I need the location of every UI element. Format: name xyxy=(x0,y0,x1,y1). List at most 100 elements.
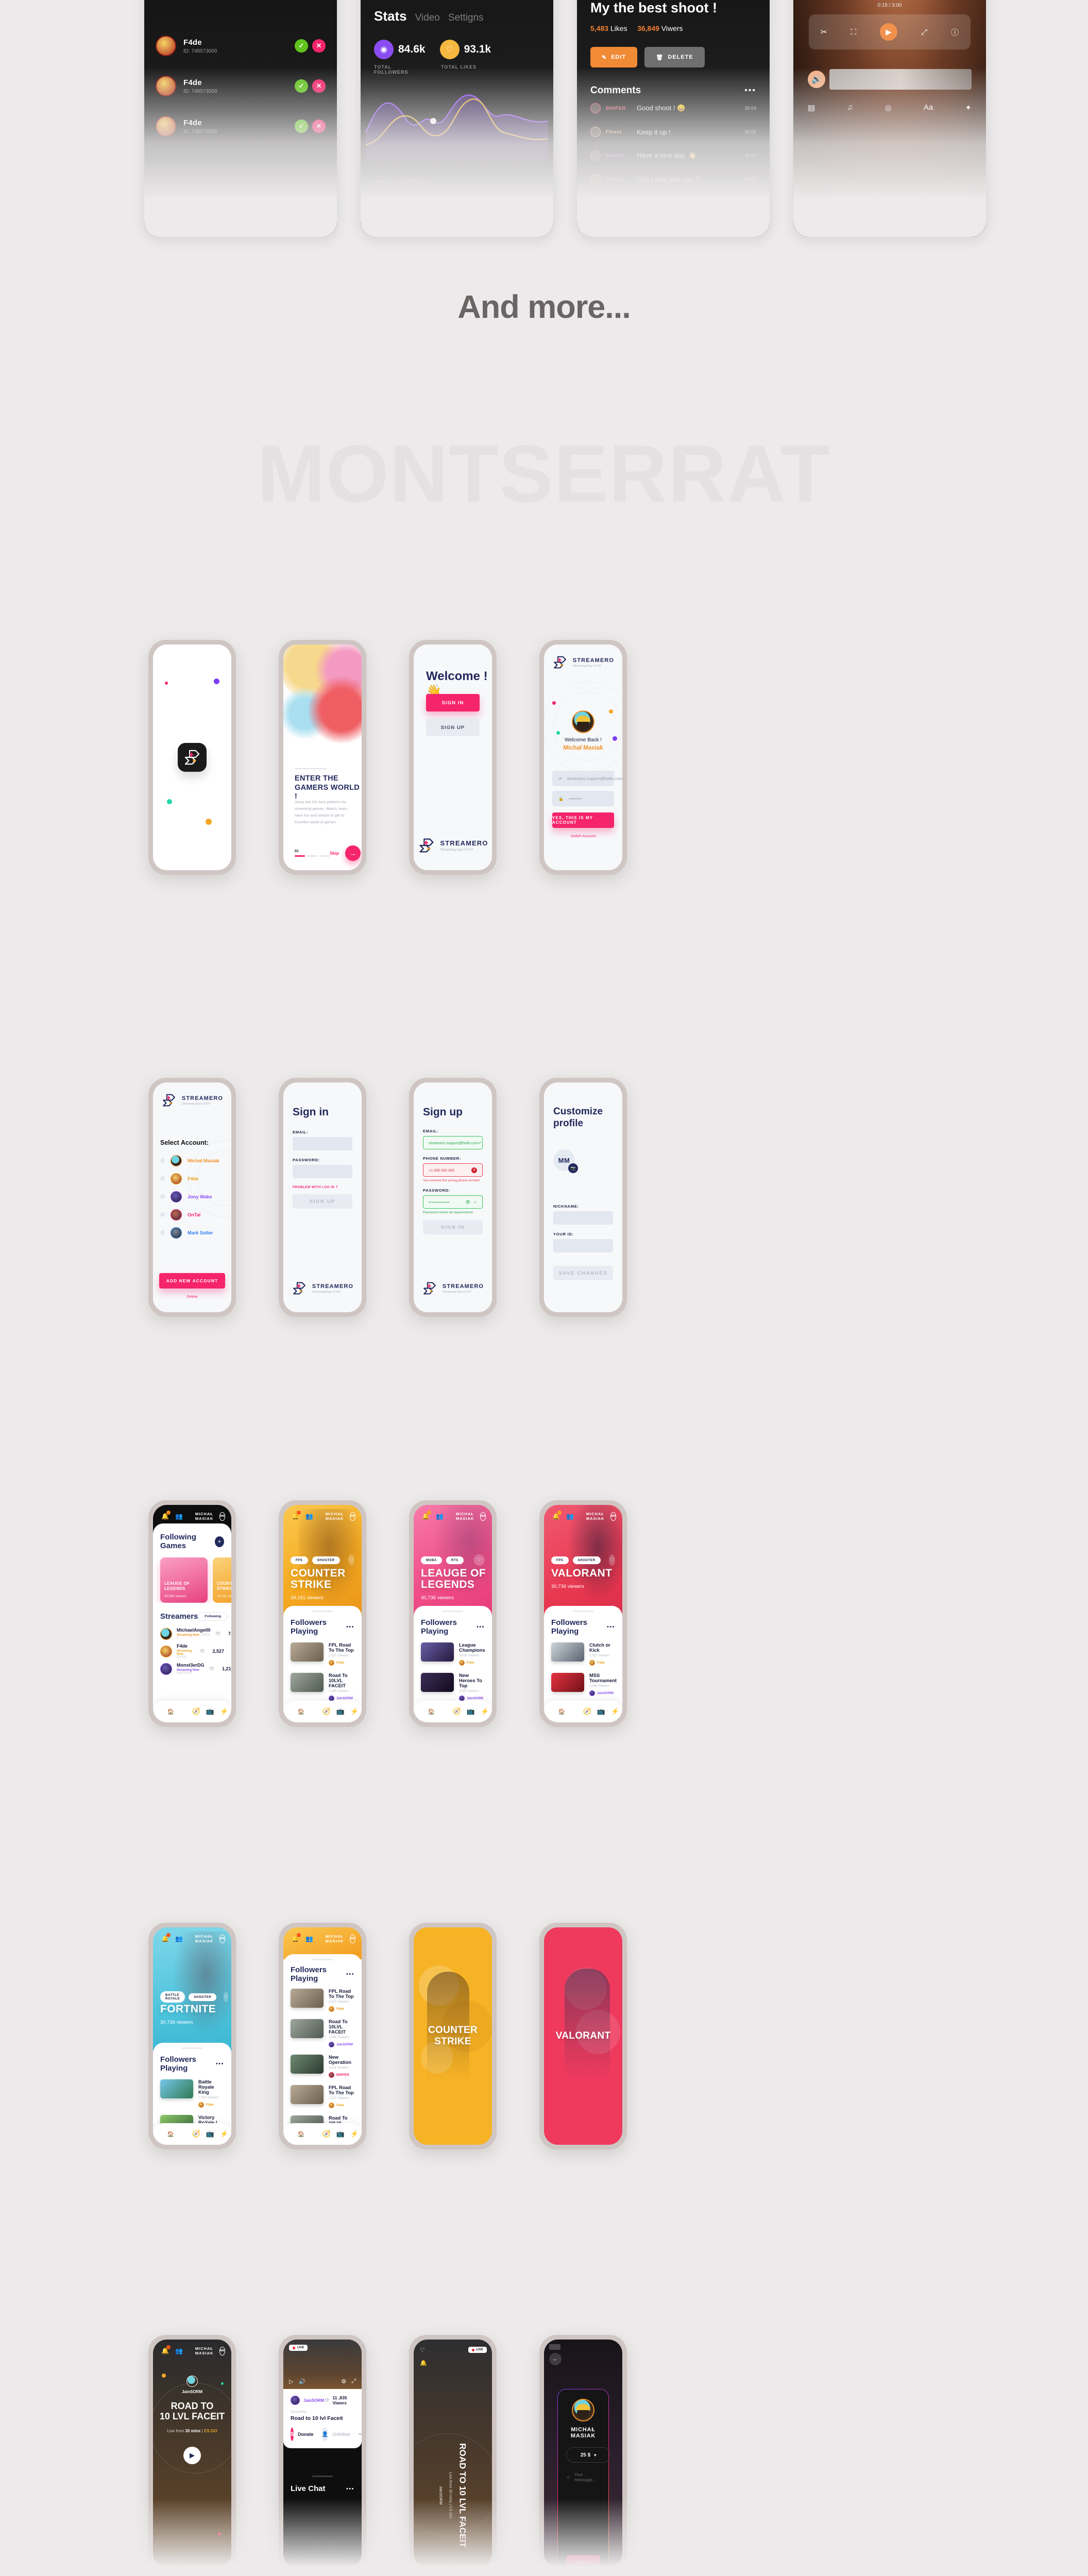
timeline-thumbnails[interactable] xyxy=(829,69,972,90)
delete-link[interactable]: Delete xyxy=(159,1294,225,1299)
bottom-tab-bar[interactable]: 🏠 🧭 📺 ⚡ xyxy=(283,2123,362,2145)
accept-button[interactable]: ✓ xyxy=(295,39,308,53)
tab-home[interactable]: 🏠 xyxy=(417,1701,447,1722)
bell-icon[interactable]: 🔔 xyxy=(420,2360,427,2366)
play-icon[interactable]: ▷ xyxy=(289,2378,293,2385)
add-new-account-button[interactable]: ADD NEW ACCOUNT xyxy=(159,1273,225,1289)
stream-item[interactable]: FPL Road To The Top 2,527 Viewers F4de xyxy=(291,1985,354,2015)
tab-discover[interactable]: 🧭 xyxy=(192,1707,200,1716)
friends-icon[interactable]: 👥 xyxy=(305,1935,313,1942)
fullscreen-icon[interactable]: ⤢ xyxy=(351,2378,356,2385)
reject-button[interactable]: ✕ xyxy=(312,79,326,93)
more-icon[interactable]: ••• xyxy=(346,2486,354,2492)
text-icon[interactable]: Aa xyxy=(924,103,933,112)
layers-icon[interactable]: ▤ xyxy=(808,103,815,112)
account-request-row[interactable]: F4de ID: 748573000 ✓ ✕ xyxy=(144,106,337,146)
tab-home[interactable]: 🏠 xyxy=(286,1701,317,1722)
sign-up-button[interactable]: SIGN UP xyxy=(426,719,480,736)
more-icon[interactable]: ••• xyxy=(346,1971,354,1977)
bottom-tab-bar[interactable]: 🏠 🧭 📺 ⚡ xyxy=(414,1701,492,1722)
bottom-tab-bar[interactable]: 🏠 🧭 📺 ⚡ xyxy=(153,2123,231,2145)
tab-home[interactable]: 🏠 xyxy=(156,2124,186,2144)
avatar[interactable]: MM xyxy=(610,1512,616,1521)
bell-icon[interactable]: 🔔 xyxy=(292,1511,301,1521)
tab-activity[interactable]: ⚡ xyxy=(220,1707,228,1716)
avatar[interactable]: MM xyxy=(219,1512,225,1521)
tab-home[interactable]: 🏠 xyxy=(286,2124,317,2144)
confirm-account-button[interactable]: YES, THIS IS MY ACCOUNT xyxy=(552,812,614,828)
video-timeline[interactable]: 🔊 xyxy=(808,68,972,91)
play-icon[interactable]: ▶ xyxy=(880,23,898,41)
bottom-tab-bar[interactable]: 🏠 🧭 📺 ⚡ xyxy=(544,1701,622,1722)
settings-icon[interactable]: ⚙ xyxy=(341,2378,346,2385)
add-game-button[interactable]: + xyxy=(215,1536,224,1547)
stream-item[interactable]: New Heroes To Top 2,257 Viewers JainSORM xyxy=(421,1669,485,1705)
more-icon[interactable]: ••• xyxy=(216,2061,224,2067)
tab-activity[interactable]: ⚡ xyxy=(350,1707,359,1716)
delete-button[interactable]: 🗑 DELETE xyxy=(644,47,705,67)
play-button[interactable]: ▶ xyxy=(183,2447,201,2465)
cut-icon[interactable]: ✂ xyxy=(821,27,827,37)
friends-icon[interactable]: 👥 xyxy=(175,1935,183,1942)
game-card[interactable]: COUNTER STRIKE 26,161 viewers xyxy=(213,1557,231,1603)
submit-button[interactable]: SIGN IN xyxy=(423,1220,483,1234)
stream-item[interactable]: FPL Road To The Top 2,527 Viewers F4de xyxy=(291,1639,354,1669)
volume-icon[interactable]: 🔊 xyxy=(808,71,825,88)
friends-icon[interactable]: 👥 xyxy=(175,2347,183,2354)
account-option[interactable]: Michał Masiak xyxy=(160,1151,224,1170)
reject-button[interactable]: ✕ xyxy=(312,120,326,133)
save-changes-button[interactable]: SAVE CHANGES xyxy=(553,1266,613,1280)
tab-activity[interactable]: ⚡ xyxy=(220,2130,228,2138)
password-field[interactable]: 🔒 ••••••••• xyxy=(552,791,614,806)
share-icon[interactable]: ⤳ xyxy=(359,2431,362,2438)
tab-video[interactable]: Video xyxy=(415,12,440,24)
expand-icon[interactable]: ⤢ xyxy=(921,28,927,37)
account-request-row[interactable]: F4de ID: 748573000 ✓ ✕ xyxy=(144,26,337,66)
accept-button[interactable]: ✓ xyxy=(295,79,308,93)
avatar[interactable]: MM xyxy=(480,1512,486,1521)
video-controls[interactable]: ✂ ⛶ ▶ ⤢ ⓘ xyxy=(809,14,971,49)
radio-icon[interactable] xyxy=(160,1176,165,1181)
amount-selector[interactable]: 25 $ ▾ xyxy=(566,2447,610,2463)
friends-icon[interactable]: 👥 xyxy=(305,1513,313,1520)
volume-icon[interactable]: 🔊 xyxy=(298,2378,305,2385)
back-button[interactable]: ← xyxy=(549,2353,562,2365)
following-filter-button[interactable]: Following xyxy=(198,1612,228,1621)
bell-icon[interactable]: 🔔 xyxy=(161,1511,171,1521)
more-icon[interactable]: ••• xyxy=(607,1624,615,1630)
video-player[interactable]: LIVE ▷ 🔊 ⚙ ⤢ xyxy=(283,2340,362,2389)
arrow-right-icon[interactable]: → xyxy=(345,845,361,861)
more-icon[interactable]: ••• xyxy=(346,1624,354,1630)
unfollow-label[interactable]: Unfollow xyxy=(332,2432,350,2437)
tab-discover[interactable]: 🧭 xyxy=(452,1707,461,1716)
account-option[interactable]: Jony Wake xyxy=(160,1188,224,1206)
unfollow-icon[interactable]: 👤 xyxy=(321,2428,329,2441)
radio-icon[interactable] xyxy=(160,1212,165,1217)
tab-tv[interactable]: 📺 xyxy=(206,2130,214,2138)
avatar[interactable]: MM xyxy=(350,1934,355,1943)
streamer-row[interactable]: Monst3erDG Streaming Now - FORTNITE 👁 1,… xyxy=(160,1660,231,1677)
avatar[interactable]: MM xyxy=(350,1512,355,1521)
stream-item[interactable]: Road To 10LVL FACEIT 1,086 Viewers JainS… xyxy=(291,2015,354,2051)
bell-icon[interactable]: 🔔 xyxy=(161,1933,171,1943)
password-input[interactable]: ••••••••••••• 👁 ✓ xyxy=(423,1195,483,1209)
bell-icon[interactable]: 🔔 xyxy=(552,1511,562,1521)
magic-icon[interactable]: ✦ xyxy=(965,103,972,112)
tab-tv[interactable]: 📺 xyxy=(336,2130,345,2138)
video-tools[interactable]: ▤ ♫ ◎ Aa ✦ xyxy=(808,103,972,112)
skip-button[interactable]: Skip xyxy=(330,851,339,856)
your-id-input[interactable] xyxy=(553,1239,613,1252)
favorite-icon[interactable]: ♡ xyxy=(473,1554,485,1566)
account-option[interactable]: F4de xyxy=(160,1170,224,1188)
account-option[interactable]: OnTal xyxy=(160,1206,224,1224)
stream-item[interactable]: New Operation 1,011 Viewers B00PER xyxy=(291,2051,354,2081)
stream-item[interactable]: FPL Road To The Top 2,527 Viewers F4de xyxy=(291,2081,354,2112)
tab-tv[interactable]: 📺 xyxy=(467,1707,475,1716)
eye-icon[interactable]: 👁 xyxy=(465,1200,470,1205)
switch-account-link[interactable]: Switch Account xyxy=(552,834,614,838)
tab-home[interactable]: 🏠 xyxy=(547,1701,577,1722)
stream-item[interactable]: Clutch or Kick 2,527 Viewers F4de xyxy=(551,1639,615,1669)
tab-activity[interactable]: ⚡ xyxy=(481,1707,489,1716)
submit-button[interactable]: SIGN UP xyxy=(293,1194,352,1209)
donate-icon[interactable]: $ xyxy=(291,2428,294,2441)
